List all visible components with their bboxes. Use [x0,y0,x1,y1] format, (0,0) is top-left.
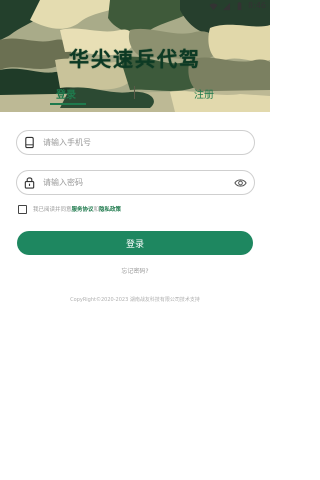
tab-active-indicator [50,103,86,105]
service-agreement-link[interactable]: 服务协议 [72,205,94,213]
agreement-checkbox[interactable] [18,204,27,214]
tab-bar: 登录 注册 [0,82,270,108]
phone-icon [25,136,34,149]
password-field [16,170,255,195]
tab-login[interactable]: 登录 [56,86,76,101]
brand-title: 华尖速兵代驾 [69,47,201,71]
agreement-row: 我已阅读并同意 服务协议 和 隐私政策 [18,203,258,215]
agreement-prefix: 我已阅读并同意 [33,207,72,213]
status-bar: 8:46 [0,0,270,12]
copyright-text: CopyRight©2020-2023 湖南战友科技有限公司技术支持 [70,297,200,303]
battery-icon [237,1,242,10]
tab-register[interactable]: 注册 [194,86,214,101]
signal-icon [222,2,231,10]
forgot-password-link[interactable]: 忘记密码? [0,266,270,275]
login-button[interactable]: 登录 [17,231,253,255]
privacy-policy-link[interactable]: 隐私政策 [99,205,121,213]
phone-input[interactable] [43,134,223,151]
eye-icon[interactable] [234,177,247,189]
tab-divider [134,86,135,99]
password-input[interactable] [43,174,223,191]
wifi-icon [209,2,218,10]
header-banner: 8:46 华尖速兵代驾 登录 注册 [0,0,270,112]
phone-field [16,130,255,155]
status-time: 8:46 [248,1,266,10]
lock-icon [24,177,35,189]
